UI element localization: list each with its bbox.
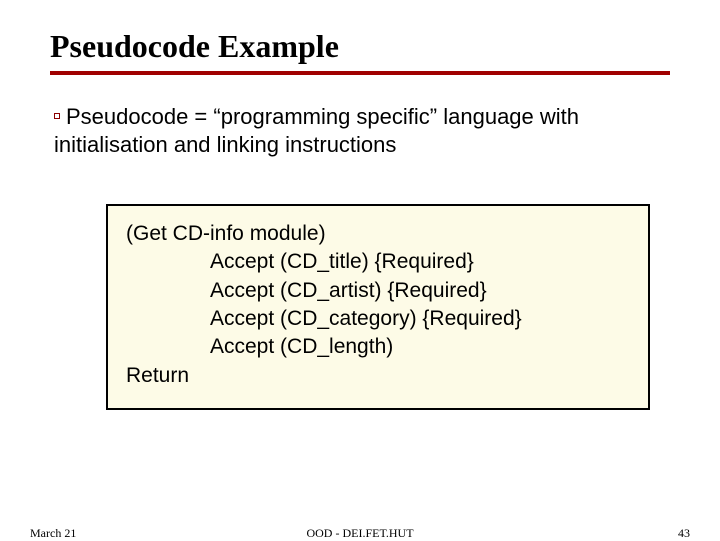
footer-date: March 21 [30,526,76,541]
body-paragraph: Pseudocode = “programming specific” lang… [54,103,670,158]
code-line: Accept (CD_length) [126,333,630,361]
title-underline [50,71,670,75]
body-text: Pseudocode = “programming specific” lang… [54,104,579,157]
slide: Pseudocode Example Pseudocode = “program… [0,0,720,540]
slide-number: 43 [678,526,690,541]
bullet-icon [54,113,60,119]
code-line: Return [126,362,630,390]
code-line: Accept (CD_artist) {Required} [126,277,630,305]
footer-source: OOD - DEI.FET.HUT [306,526,413,541]
code-line: (Get CD-info module) [126,220,630,248]
pseudocode-box: (Get CD-info module) Accept (CD_title) {… [106,204,650,410]
slide-title: Pseudocode Example [50,28,670,65]
code-line: Accept (CD_category) {Required} [126,305,630,333]
code-line: Accept (CD_title) {Required} [126,248,630,276]
